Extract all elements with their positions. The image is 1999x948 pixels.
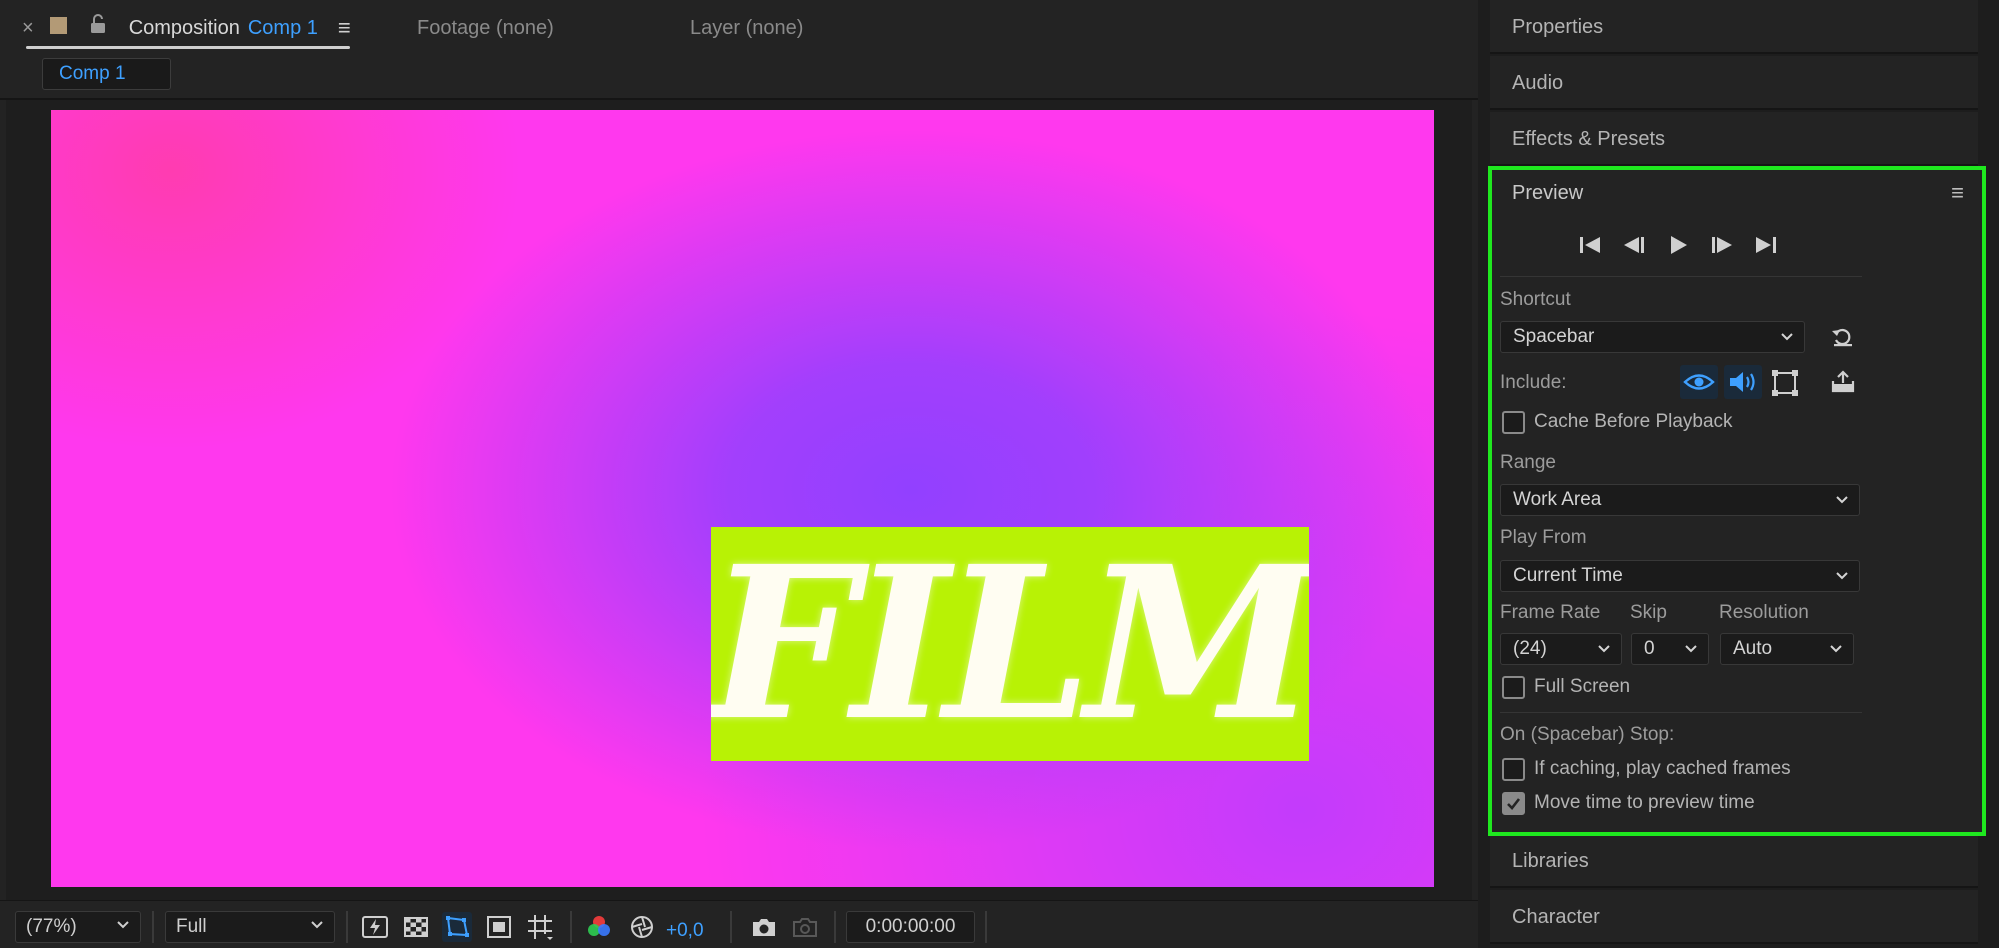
frame-rate-label: Frame Rate [1500, 602, 1601, 623]
preview-panel: Preview ≡ Shortcut Spacebar Include: Cac… [1488, 166, 1986, 836]
play-from-dropdown[interactable]: Current Time [1500, 560, 1860, 592]
magnification-dropdown[interactable]: (77%) [15, 911, 141, 943]
tab-comp-name: Comp 1 [247, 16, 318, 39]
magnification-value: (77%) [26, 916, 77, 937]
shortcut-dropdown[interactable]: Spacebar [1500, 321, 1805, 353]
audio-panel-header[interactable]: Audio [1490, 56, 1978, 110]
frame-rate-dropdown[interactable]: (24) [1500, 633, 1622, 665]
mask-path-visibility-icon[interactable] [442, 912, 472, 942]
cache-before-playback-label: Cache Before Playback [1534, 411, 1733, 432]
snapshot-camera-icon[interactable] [749, 912, 779, 942]
play-from-value: Current Time [1513, 565, 1623, 586]
viewer-bottom-toolbar: (77%) Full +0,0 0:00:00:00 [0, 900, 1478, 948]
chevron-down-icon [311, 921, 323, 929]
chevron-down-icon [1598, 645, 1610, 653]
range-label: Range [1500, 452, 1556, 473]
move-time-label: Move time to preview time [1534, 792, 1755, 813]
checkmark-icon [1507, 798, 1521, 810]
unlock-icon[interactable] [87, 13, 109, 35]
exposure-reset-icon[interactable] [627, 912, 657, 942]
chevron-down-icon [117, 921, 129, 929]
preview-panel-title[interactable]: Preview [1512, 182, 1583, 205]
transparency-grid-icon[interactable] [401, 912, 431, 942]
show-snapshot-icon[interactable] [790, 912, 820, 942]
tab-label: Composition [128, 16, 240, 39]
film-title-layer[interactable]: FILM [711, 527, 1309, 761]
chevron-down-icon [1685, 645, 1697, 653]
composition-canvas[interactable]: FILM [51, 110, 1434, 887]
play-from-label: Play From [1500, 527, 1587, 548]
range-dropdown[interactable]: Work Area [1500, 484, 1860, 516]
resolution-dropdown[interactable]: Auto [1720, 633, 1854, 665]
if-caching-checkbox[interactable] [1502, 758, 1525, 781]
current-time-display[interactable]: 0:00:00:00 [846, 911, 975, 943]
shortcut-label: Shortcut [1500, 289, 1571, 310]
chevron-down-icon [1781, 333, 1793, 341]
include-audio-speaker-icon[interactable] [1724, 365, 1762, 399]
include-video-eye-icon[interactable] [1680, 365, 1718, 399]
toolbar-divider [834, 911, 836, 943]
resolution-dropdown[interactable]: Full [165, 911, 335, 943]
chevron-down-icon [1830, 645, 1842, 653]
chevron-down-icon [1836, 496, 1848, 504]
reset-shortcut-icon[interactable] [1830, 325, 1856, 349]
active-tab-underline [26, 46, 350, 49]
resolution-label: Resolution [1719, 602, 1809, 623]
previous-frame-icon[interactable] [1620, 232, 1648, 258]
resolution-value: Full [176, 916, 207, 937]
comp-color-swatch-icon[interactable] [49, 16, 67, 34]
composition-panel: × Composition Comp 1 ≡ Footage (none) La… [0, 0, 1478, 948]
region-of-interest-icon[interactable] [484, 912, 514, 942]
channel-rgb-icon[interactable] [584, 912, 614, 942]
section-divider [1500, 712, 1862, 713]
cache-before-playback-checkbox[interactable] [1502, 411, 1525, 434]
frame-rate-value: (24) [1513, 638, 1547, 659]
last-frame-icon[interactable] [1752, 232, 1780, 258]
export-preview-icon[interactable] [1830, 369, 1856, 395]
tab-layer[interactable]: Layer (none) [690, 0, 803, 56]
include-label: Include: [1500, 372, 1567, 393]
toolbar-divider [346, 911, 348, 943]
if-caching-label: If caching, play cached frames [1534, 758, 1791, 779]
chevron-down-icon [1836, 572, 1848, 580]
tab-footage[interactable]: Footage (none) [417, 0, 554, 56]
properties-panel-header[interactable]: Properties [1490, 0, 1978, 54]
skip-dropdown[interactable]: 0 [1631, 633, 1709, 665]
panel-menu-icon[interactable]: ≡ [338, 15, 351, 41]
comp-navigator-chip[interactable]: Comp 1 [42, 58, 171, 90]
move-time-checkbox[interactable] [1502, 792, 1525, 815]
shortcut-value: Spacebar [1513, 326, 1595, 347]
first-frame-icon[interactable] [1576, 232, 1604, 258]
on-stop-label: On (Spacebar) Stop: [1500, 724, 1675, 745]
composition-viewer[interactable]: FILM [6, 100, 1472, 900]
range-value: Work Area [1513, 489, 1602, 510]
film-title-text: FILM [711, 527, 1309, 761]
toolbar-divider [152, 911, 154, 943]
skip-label: Skip [1630, 602, 1667, 623]
character-panel-header[interactable]: Character [1490, 890, 1978, 944]
fast-previews-icon[interactable] [360, 912, 390, 942]
section-divider [1500, 276, 1862, 277]
full-screen-checkbox[interactable] [1502, 676, 1525, 699]
effects-presets-panel-header[interactable]: Effects & Presets [1490, 112, 1978, 166]
close-tab-icon[interactable]: × [22, 17, 34, 40]
toolbar-divider [985, 911, 987, 943]
libraries-panel-header[interactable]: Libraries [1490, 834, 1978, 888]
composition-tab-bar: × Composition Comp 1 ≡ Footage (none) La… [0, 0, 1478, 56]
grid-guide-options-icon[interactable] [525, 912, 555, 942]
include-overlays-icon[interactable] [1769, 367, 1801, 399]
toolbar-divider [570, 911, 572, 943]
preview-menu-icon[interactable]: ≡ [1951, 180, 1964, 206]
comp-navigator-bar: Comp 1 [0, 56, 1478, 100]
next-frame-icon[interactable] [1708, 232, 1736, 258]
play-icon[interactable] [1664, 232, 1692, 258]
resolution-value: Auto [1733, 638, 1773, 659]
full-screen-label: Full Screen [1534, 676, 1631, 697]
exposure-value[interactable]: +0,0 [666, 915, 704, 947]
toolbar-divider [730, 911, 732, 943]
skip-value: 0 [1644, 638, 1655, 659]
